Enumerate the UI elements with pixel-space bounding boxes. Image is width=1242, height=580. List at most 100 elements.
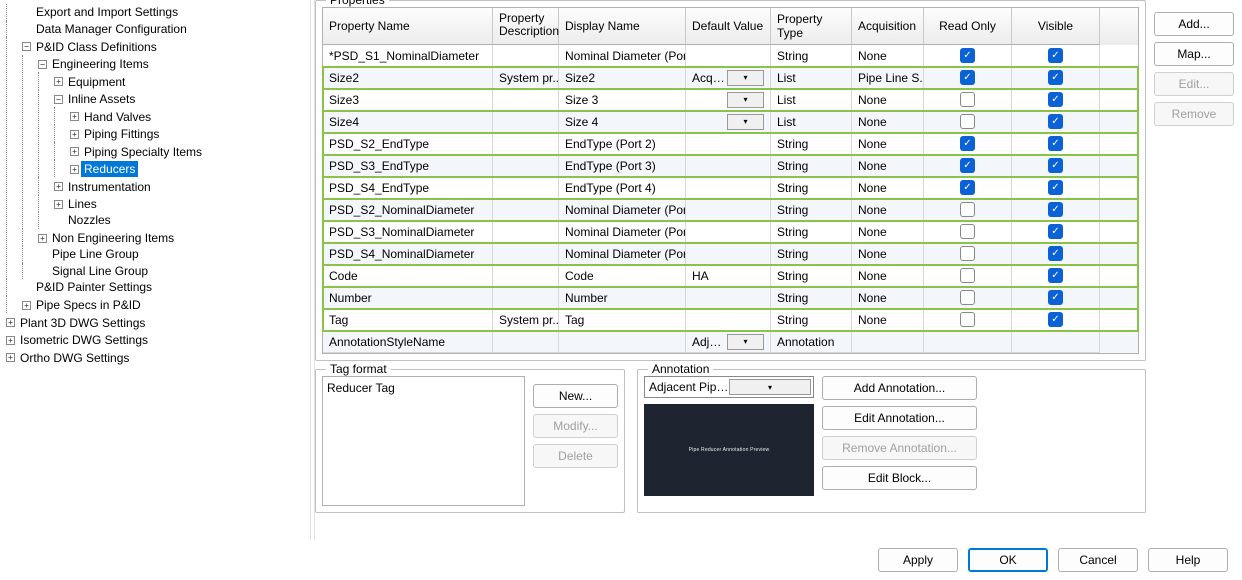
cell-default-value[interactable] <box>686 309 771 331</box>
cell-acquisition[interactable]: None <box>852 287 924 309</box>
cell-default-value[interactable]: Adjacent ...▾ <box>686 331 771 353</box>
checkbox-icon[interactable]: ✓ <box>1048 158 1063 173</box>
expander-icon[interactable]: + <box>54 182 63 191</box>
tree-pipe-line-group[interactable]: Pipe Line Group <box>49 246 142 262</box>
cell-read-only[interactable] <box>924 287 1012 309</box>
cell-visible[interactable]: ✓ <box>1012 45 1100 67</box>
table-row[interactable]: Size2System pr...Size2Acquisition▾ListPi… <box>323 67 1138 89</box>
col-property-desc[interactable]: Property Description <box>493 8 559 45</box>
cell-acquisition[interactable]: None <box>852 133 924 155</box>
cell-property-name[interactable]: PSD_S3_EndType <box>323 155 493 177</box>
cell-property-name[interactable]: Tag <box>323 309 493 331</box>
cell-read-only[interactable]: ✓ <box>924 45 1012 67</box>
cell-read-only[interactable] <box>924 309 1012 331</box>
cell-visible[interactable]: ✓ <box>1012 67 1100 89</box>
cell-default-value[interactable] <box>686 177 771 199</box>
cell-display-name[interactable]: Number <box>559 287 686 309</box>
cell-property-type[interactable]: String <box>771 287 852 309</box>
cell-visible[interactable]: ✓ <box>1012 133 1100 155</box>
col-acquisition[interactable]: Acquisition <box>852 8 924 45</box>
checkbox-icon[interactable] <box>960 202 975 217</box>
checkbox-icon[interactable] <box>960 224 975 239</box>
tree-iso[interactable]: Isometric DWG Settings <box>17 332 151 348</box>
cell-read-only[interactable] <box>924 331 1012 353</box>
chevron-down-icon[interactable]: ▾ <box>727 92 764 108</box>
checkbox-icon[interactable]: ✓ <box>1048 114 1063 129</box>
tree-pid-painter[interactable]: P&ID Painter Settings <box>33 279 155 295</box>
cell-property-type[interactable]: String <box>771 221 852 243</box>
checkbox-icon[interactable]: ✓ <box>1048 268 1063 283</box>
checkbox-icon[interactable]: ✓ <box>1048 246 1063 261</box>
cell-default-value[interactable]: HA <box>686 265 771 287</box>
table-row[interactable]: PSD_S2_EndTypeEndType (Port 2)StringNone… <box>323 133 1138 155</box>
cell-visible[interactable]: ✓ <box>1012 287 1100 309</box>
tree-export-import[interactable]: Export and Import Settings <box>33 4 181 20</box>
table-row[interactable]: PSD_S3_NominalDiameterNominal Diameter (… <box>323 221 1138 243</box>
cell-property-name[interactable]: PSD_S4_NominalDiameter <box>323 243 493 265</box>
checkbox-icon[interactable]: ✓ <box>1048 224 1063 239</box>
cell-property-name[interactable]: Code <box>323 265 493 287</box>
cell-read-only[interactable]: ✓ <box>924 133 1012 155</box>
cell-display-name[interactable]: EndType (Port 3) <box>559 155 686 177</box>
checkbox-icon[interactable]: ✓ <box>960 136 975 151</box>
cell-acquisition[interactable]: None <box>852 243 924 265</box>
edit-block-button[interactable]: Edit Block... <box>822 466 977 490</box>
cell-property-name[interactable]: AnnotationStyleName <box>323 331 493 353</box>
cell-property-desc[interactable] <box>493 265 559 287</box>
cell-property-desc[interactable] <box>493 45 559 67</box>
cell-property-name[interactable]: PSD_S2_NominalDiameter <box>323 199 493 221</box>
cell-property-desc[interactable] <box>493 155 559 177</box>
cell-visible[interactable]: ✓ <box>1012 265 1100 287</box>
cell-property-desc[interactable] <box>493 177 559 199</box>
checkbox-icon[interactable]: ✓ <box>1048 92 1063 107</box>
table-row[interactable]: CodeCodeHAStringNone✓ <box>323 265 1138 287</box>
cell-property-desc[interactable] <box>493 111 559 133</box>
table-row[interactable]: Size4Size 4▾ListNone✓ <box>323 111 1138 133</box>
tree-inline-assets[interactable]: Inline Assets <box>65 91 138 107</box>
cell-property-type[interactable]: String <box>771 243 852 265</box>
cell-property-desc[interactable] <box>493 89 559 111</box>
properties-grid[interactable]: Property Name Property Description Displ… <box>322 7 1139 354</box>
table-row[interactable]: TagSystem pr...TagStringNone✓ <box>323 309 1138 331</box>
expander-icon[interactable]: + <box>70 165 79 174</box>
cell-acquisition[interactable]: Pipe Line S... <box>852 67 924 89</box>
table-row[interactable]: AnnotationStyleNameAdjacent ...▾Annotati… <box>323 331 1138 353</box>
cell-property-desc[interactable] <box>493 287 559 309</box>
cell-property-type[interactable]: String <box>771 133 852 155</box>
add-property-button[interactable]: Add... <box>1154 12 1234 36</box>
cell-read-only[interactable]: ✓ <box>924 155 1012 177</box>
cell-display-name[interactable]: Nominal Diameter (Port 1) <box>559 45 686 67</box>
cell-visible[interactable]: ✓ <box>1012 199 1100 221</box>
cell-property-type[interactable]: String <box>771 265 852 287</box>
tree-plant3d[interactable]: Plant 3D DWG Settings <box>17 315 148 331</box>
checkbox-icon[interactable]: ✓ <box>1048 180 1063 195</box>
cell-property-name[interactable]: Size4 <box>323 111 493 133</box>
cell-property-type[interactable]: String <box>771 309 852 331</box>
tree-ortho[interactable]: Ortho DWG Settings <box>17 350 132 366</box>
chevron-down-icon[interactable]: ▾ <box>727 334 764 350</box>
tree-nozzles[interactable]: Nozzles <box>65 212 114 228</box>
cancel-button[interactable]: Cancel <box>1058 548 1138 572</box>
checkbox-icon[interactable]: ✓ <box>960 158 975 173</box>
table-row[interactable]: Size3Size 3▾ListNone✓ <box>323 89 1138 111</box>
table-row[interactable]: PSD_S2_NominalDiameter Nominal Diameter (… <box>323 199 1138 221</box>
cell-acquisition[interactable]: None <box>852 45 924 67</box>
checkbox-icon[interactable] <box>960 312 975 327</box>
cell-acquisition[interactable] <box>852 331 924 353</box>
cell-display-name[interactable]: Nominal Diameter (Port 3) <box>559 221 686 243</box>
checkbox-icon[interactable]: ✓ <box>1048 290 1063 305</box>
cell-acquisition[interactable]: None <box>852 155 924 177</box>
ok-button[interactable]: OK <box>968 548 1048 572</box>
cell-property-type[interactable]: String <box>771 45 852 67</box>
cell-display-name[interactable]: Nominal Diameter (Port 2) <box>559 199 686 221</box>
checkbox-icon[interactable]: ✓ <box>1048 70 1063 85</box>
expander-icon[interactable]: − <box>22 42 31 51</box>
cell-property-desc[interactable] <box>493 133 559 155</box>
checkbox-icon[interactable]: ✓ <box>1048 202 1063 217</box>
cell-visible[interactable]: ✓ <box>1012 221 1100 243</box>
cell-visible[interactable]: ✓ <box>1012 111 1100 133</box>
cell-default-value[interactable] <box>686 133 771 155</box>
tree-non-eng[interactable]: Non Engineering Items <box>49 230 177 246</box>
cell-property-name[interactable]: Size2 <box>323 67 493 89</box>
cell-read-only[interactable] <box>924 265 1012 287</box>
